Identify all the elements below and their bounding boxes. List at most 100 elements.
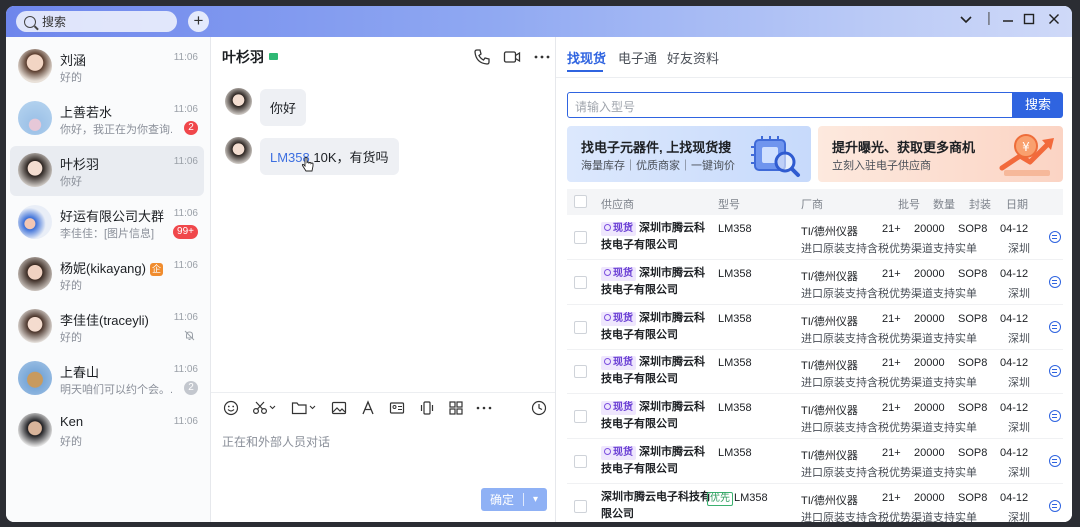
- supplier-name[interactable]: 现货 深圳市腾云科 技电子有限公司: [601, 310, 705, 344]
- chat-inquiry-icon[interactable]: [1049, 231, 1061, 243]
- chat-inquiry-icon[interactable]: [1049, 410, 1061, 423]
- batch-cell: 21+: [882, 223, 901, 235]
- unread-badge: 99+: [173, 225, 198, 239]
- model-search-input[interactable]: 请输入型号: [567, 92, 1013, 118]
- avatar: [225, 137, 252, 164]
- minimize-icon[interactable]: [998, 12, 1018, 28]
- more-tools-icon[interactable]: [475, 400, 495, 416]
- contact-card-icon[interactable]: [389, 400, 405, 416]
- conversation-preview: 明天咱们可以约个会。...: [60, 384, 172, 396]
- supplier-name[interactable]: 现货 深圳市腾云科 技电子有限公司: [601, 354, 705, 388]
- conversation-item-liuhan[interactable]: 刘涵 好的 11:06: [10, 42, 204, 92]
- apps-grid-icon[interactable]: [448, 400, 464, 416]
- history-clock-icon[interactable]: [531, 400, 547, 416]
- row-checkbox[interactable]: [574, 320, 587, 334]
- maximize-icon[interactable]: [1019, 12, 1039, 28]
- chat-inquiry-icon[interactable]: [1049, 275, 1061, 288]
- result-row[interactable]: 现货 深圳市腾云科 技电子有限公司 LM358 TI/德州仪器 21+ 20000 SOP8 0…: [567, 349, 1063, 395]
- tab-find-stock[interactable]: 找现货: [567, 48, 606, 67]
- global-search-input[interactable]: 搜索: [16, 11, 177, 32]
- chat-inquiry-icon[interactable]: [1049, 499, 1061, 512]
- mute-bell-icon: [184, 330, 195, 341]
- row-checkbox[interactable]: [574, 231, 587, 244]
- batch-cell: 21+: [882, 267, 901, 280]
- column-package: 封装: [969, 199, 991, 211]
- model-cell: LM358: [718, 312, 752, 325]
- note-cell: 进口原装支持含税优势渠道支持实单: [801, 511, 977, 522]
- result-row[interactable]: 深圳市腾云电子科技有 限公司 优先 LM358 TI/德州仪器 21+ 20000 SOP8 0…: [567, 484, 1063, 522]
- conversation-time: 11:06: [173, 208, 198, 219]
- row-checkbox[interactable]: [574, 275, 587, 289]
- send-options-chevron-icon[interactable]: ▾: [524, 494, 547, 505]
- message-bubble: LM358 10K，有货吗: [260, 138, 399, 175]
- more-options-icon[interactable]: [533, 48, 551, 66]
- banner-subtitle: 立刻入驻电子供应商: [832, 160, 931, 172]
- chat-inquiry-icon[interactable]: [1049, 320, 1061, 333]
- conversation-name: 李佳佳(traceyli): [60, 313, 149, 328]
- folder-icon[interactable]: [291, 400, 319, 416]
- conversation-item-shangchunshan[interactable]: 上春山 明天咱们可以约个会。... 11:06 2: [10, 354, 204, 404]
- supplier-join-banner[interactable]: 提升曝光、获取更多商机 立刻入驻电子供应商 ¥: [818, 126, 1063, 182]
- send-button[interactable]: 确定 ▾: [481, 488, 547, 511]
- result-row[interactable]: 现货 深圳市腾云科 技电子有限公司 LM358 TI/德州仪器 21+ 20000 SOP8 0…: [567, 305, 1063, 350]
- send-button-label: 确定: [489, 493, 514, 507]
- screenshot-scissors-icon[interactable]: [252, 400, 278, 416]
- result-row[interactable]: 现货 深圳市腾云科 技电子有限公司 LM358 TI/德州仪器 21+ 20000 SOP8 0…: [567, 439, 1063, 484]
- note-cell: 进口原装支持含税优势渠道支持实单: [801, 377, 977, 390]
- video-call-icon[interactable]: [503, 48, 521, 66]
- chevron-down-icon[interactable]: [956, 12, 976, 28]
- maker-cell: TI/德州仪器: [801, 270, 858, 283]
- spot-stock-tag: 现货: [601, 311, 636, 326]
- row-checkbox[interactable]: [574, 365, 587, 379]
- supplier-name[interactable]: 现货 深圳市腾云科 技电子有限公司: [601, 444, 705, 478]
- phone-icon[interactable]: [473, 48, 491, 66]
- conversation-name: 叶杉羽: [60, 157, 100, 172]
- maker-cell: TI/德州仪器: [801, 226, 858, 238]
- conversation-list: 刘涵 好的 11:06 上善若水 你好，我正在为你查询... 11:06 2 叶…: [6, 37, 211, 522]
- conversation-item-traceyli[interactable]: 李佳佳(traceyli) 好的 11:06: [10, 302, 204, 352]
- package-cell: SOP8: [958, 312, 988, 325]
- model-cell: LM358: [718, 357, 752, 370]
- message-input[interactable]: 正在和外部人员对话: [222, 433, 330, 450]
- date-cell: 04-12: [1000, 267, 1029, 280]
- select-all-checkbox[interactable]: [574, 195, 587, 208]
- supplier-name[interactable]: 现货 深圳市腾云科 技电子有限公司: [601, 220, 705, 254]
- result-row[interactable]: 现货 深圳市腾云科 技电子有限公司 LM358 TI/德州仪器 21+ 20000 SOP8 0…: [567, 215, 1063, 260]
- result-row[interactable]: 现货 深圳市腾云科 技电子有限公司 LM358 TI/德州仪器 21+ 20000 SOP8 0…: [567, 394, 1063, 440]
- row-checkbox[interactable]: [574, 410, 587, 424]
- row-checkbox[interactable]: [574, 455, 587, 468]
- conversation-item-yeshanyu[interactable]: 叶杉羽 你好 11:06: [10, 146, 204, 196]
- row-checkbox[interactable]: [574, 499, 587, 513]
- supplier-name[interactable]: 深圳市腾云电子科技有 限公司: [601, 489, 711, 522]
- batch-cell: 21+: [882, 491, 901, 504]
- conversation-item-ken[interactable]: Ken 好的 11:06: [10, 406, 204, 456]
- vibrate-shake-icon[interactable]: [419, 400, 435, 416]
- tab-electronic[interactable]: 电子通: [618, 48, 657, 67]
- conversation-item-kikayang[interactable]: 杨妮(kikayang) 企 好的 11:06: [10, 250, 204, 300]
- model-cell: LM358: [718, 267, 752, 280]
- package-cell: SOP8: [958, 491, 988, 504]
- conversation-item-shangshanruoshui[interactable]: 上善若水 你好，我正在为你查询... 11:06 2: [10, 94, 204, 144]
- close-icon[interactable]: [1044, 12, 1064, 28]
- tab-friend-profile[interactable]: 好友资料: [667, 48, 719, 67]
- spot-tag-icon: [604, 403, 611, 411]
- search-icon: [24, 15, 36, 28]
- banner-subtitle: 海量库存｜优质商家｜一键询价: [581, 160, 735, 172]
- find-stock-banner[interactable]: 找电子元器件, 上找现货搜 海量库存｜优质商家｜一键询价: [567, 126, 811, 182]
- supplier-name[interactable]: 现货 深圳市腾云科 技电子有限公司: [601, 399, 705, 433]
- chat-inquiry-icon[interactable]: [1049, 365, 1061, 378]
- conversation-time: 11:06: [173, 156, 198, 167]
- result-row[interactable]: 现货 深圳市腾云科 技电子有限公司 LM358 TI/德州仪器 21+ 20000 SOP8 0…: [567, 260, 1063, 305]
- search-button[interactable]: 搜索: [1013, 92, 1063, 118]
- chat-inquiry-icon[interactable]: [1049, 455, 1061, 467]
- supplier-name[interactable]: 现货 深圳市腾云科 技电子有限公司: [601, 265, 705, 299]
- image-icon[interactable]: [331, 400, 347, 416]
- conversation-item-group[interactable]: 好运有限公司大群 李佳佳：[图片信息] 11:06 99+: [10, 198, 204, 248]
- city-cell: 深圳: [1008, 467, 1030, 479]
- composer-toolbar: [211, 392, 555, 422]
- emoji-icon[interactable]: [223, 400, 239, 416]
- conversation-name: 好运有限公司大群: [60, 209, 165, 224]
- batch-cell: 21+: [882, 312, 901, 325]
- add-button[interactable]: +: [188, 11, 209, 32]
- text-format-icon[interactable]: [360, 400, 376, 416]
